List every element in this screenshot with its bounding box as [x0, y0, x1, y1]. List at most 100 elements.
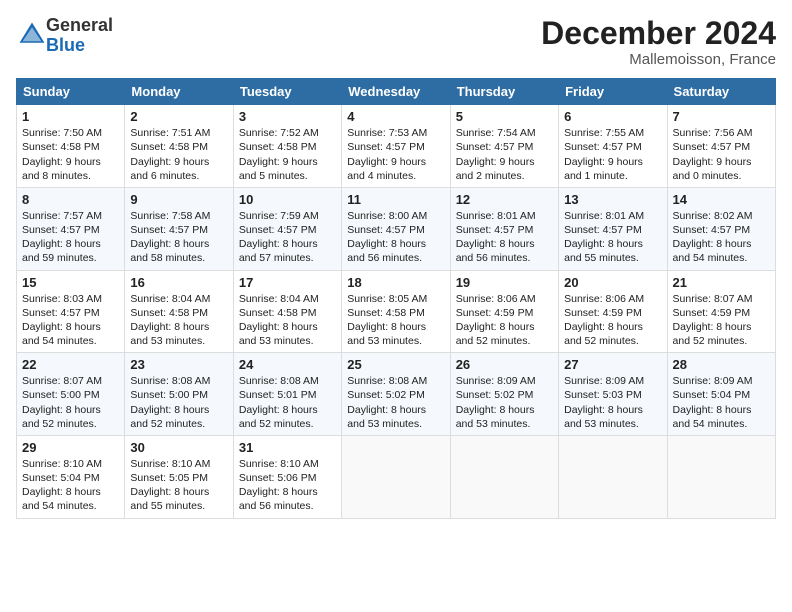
cell-info-line: and 55 minutes. [130, 499, 227, 513]
cell-info-line: Sunset: 5:06 PM [239, 471, 336, 485]
cell-info-line: Sunrise: 7:50 AM [22, 126, 119, 140]
calendar-cell: 10Sunrise: 7:59 AMSunset: 4:57 PMDayligh… [233, 187, 341, 270]
day-number: 26 [456, 357, 553, 372]
cell-info-line: and 54 minutes. [22, 334, 119, 348]
day-number: 28 [673, 357, 770, 372]
cell-info-line: Sunrise: 8:01 AM [456, 209, 553, 223]
cell-info-line: Sunset: 5:02 PM [456, 388, 553, 402]
cell-info-line: and 53 minutes. [130, 334, 227, 348]
day-number: 2 [130, 109, 227, 124]
cell-info-line: Sunrise: 8:04 AM [130, 292, 227, 306]
cell-info-line: Sunset: 4:57 PM [347, 140, 444, 154]
cell-info-line: Daylight: 8 hours [22, 320, 119, 334]
cell-info-line: Daylight: 8 hours [564, 403, 661, 417]
day-number: 7 [673, 109, 770, 124]
day-number: 3 [239, 109, 336, 124]
cell-info-line: Sunrise: 8:00 AM [347, 209, 444, 223]
cell-info-line: Sunrise: 8:08 AM [347, 374, 444, 388]
calendar-cell: 26Sunrise: 8:09 AMSunset: 5:02 PMDayligh… [450, 353, 558, 436]
cell-info-line: Daylight: 9 hours [347, 155, 444, 169]
calendar-cell: 19Sunrise: 8:06 AMSunset: 4:59 PMDayligh… [450, 270, 558, 353]
day-number: 1 [22, 109, 119, 124]
cell-info-line: and 8 minutes. [22, 169, 119, 183]
calendar-cell: 6Sunrise: 7:55 AMSunset: 4:57 PMDaylight… [559, 105, 667, 188]
cell-info-line: Daylight: 8 hours [347, 403, 444, 417]
calendar-cell: 2Sunrise: 7:51 AMSunset: 4:58 PMDaylight… [125, 105, 233, 188]
cell-info-line: Sunrise: 8:09 AM [564, 374, 661, 388]
cell-info-line: Sunset: 4:57 PM [347, 223, 444, 237]
calendar-week-5: 29Sunrise: 8:10 AMSunset: 5:04 PMDayligh… [17, 435, 776, 518]
cell-info-line: and 53 minutes. [564, 417, 661, 431]
cell-info-line: Daylight: 9 hours [22, 155, 119, 169]
cell-info-line: and 54 minutes. [673, 417, 770, 431]
day-number: 6 [564, 109, 661, 124]
cell-info-line: and 2 minutes. [456, 169, 553, 183]
cell-info-line: Daylight: 8 hours [347, 237, 444, 251]
day-number: 11 [347, 192, 444, 207]
calendar-cell: 8Sunrise: 7:57 AMSunset: 4:57 PMDaylight… [17, 187, 125, 270]
cell-info-line: Sunset: 5:05 PM [130, 471, 227, 485]
cell-info-line: and 58 minutes. [130, 251, 227, 265]
cell-info-line: Sunrise: 8:06 AM [564, 292, 661, 306]
cell-info-line: and 5 minutes. [239, 169, 336, 183]
cell-info-line: and 54 minutes. [673, 251, 770, 265]
cell-info-line: Daylight: 8 hours [239, 237, 336, 251]
cell-info-line: Daylight: 8 hours [22, 485, 119, 499]
calendar-cell [559, 435, 667, 518]
cell-info-line: Daylight: 9 hours [239, 155, 336, 169]
day-number: 24 [239, 357, 336, 372]
cell-info-line: and 53 minutes. [347, 334, 444, 348]
title-block: December 2024 Mallemoisson, France [541, 16, 776, 68]
calendar-cell: 23Sunrise: 8:08 AMSunset: 5:00 PMDayligh… [125, 353, 233, 436]
cell-info-line: Sunset: 4:57 PM [673, 223, 770, 237]
cell-info-line: and 55 minutes. [564, 251, 661, 265]
cell-info-line: Daylight: 8 hours [564, 320, 661, 334]
cell-info-line: Sunset: 4:57 PM [239, 223, 336, 237]
cell-info-line: Sunrise: 8:01 AM [564, 209, 661, 223]
day-number: 18 [347, 275, 444, 290]
day-number: 25 [347, 357, 444, 372]
cell-info-line: Sunrise: 8:10 AM [239, 457, 336, 471]
cell-info-line: and 57 minutes. [239, 251, 336, 265]
day-number: 22 [22, 357, 119, 372]
main-container: General Blue December 2024 Mallemoisson,… [0, 0, 792, 529]
calendar-cell [342, 435, 450, 518]
col-header-friday: Friday [559, 79, 667, 105]
logo: General Blue [16, 16, 113, 56]
cell-info-line: Sunrise: 8:09 AM [673, 374, 770, 388]
cell-info-line: Sunrise: 8:08 AM [130, 374, 227, 388]
day-number: 19 [456, 275, 553, 290]
cell-info-line: Sunset: 4:59 PM [673, 306, 770, 320]
cell-info-line: and 59 minutes. [22, 251, 119, 265]
cell-info-line: Sunrise: 7:52 AM [239, 126, 336, 140]
calendar-cell: 24Sunrise: 8:08 AMSunset: 5:01 PMDayligh… [233, 353, 341, 436]
cell-info-line: and 0 minutes. [673, 169, 770, 183]
cell-info-line: Daylight: 9 hours [564, 155, 661, 169]
cell-info-line: Sunset: 4:58 PM [347, 306, 444, 320]
cell-info-line: and 53 minutes. [347, 417, 444, 431]
calendar-cell: 3Sunrise: 7:52 AMSunset: 4:58 PMDaylight… [233, 105, 341, 188]
cell-info-line: Sunrise: 7:54 AM [456, 126, 553, 140]
col-header-sunday: Sunday [17, 79, 125, 105]
cell-info-line: Sunset: 4:58 PM [130, 140, 227, 154]
cell-info-line: Sunset: 4:58 PM [22, 140, 119, 154]
calendar-cell: 22Sunrise: 8:07 AMSunset: 5:00 PMDayligh… [17, 353, 125, 436]
calendar-cell: 1 Sunrise: 7:50 AMSunset: 4:58 PMDaylight… [17, 105, 125, 188]
cell-info-line: Daylight: 9 hours [456, 155, 553, 169]
day-number: 13 [564, 192, 661, 207]
cell-info-line: Sunset: 4:58 PM [239, 306, 336, 320]
calendar-cell: 5Sunrise: 7:54 AMSunset: 4:57 PMDaylight… [450, 105, 558, 188]
calendar-cell: 12Sunrise: 8:01 AMSunset: 4:57 PMDayligh… [450, 187, 558, 270]
calendar-week-1: 1Sunrise: 7:50 AMSunset: 4:58 PMDaylight… [17, 105, 776, 188]
calendar-cell: 31Sunrise: 8:10 AMSunset: 5:06 PMDayligh… [233, 435, 341, 518]
cell-info-line: Daylight: 8 hours [456, 237, 553, 251]
cell-info-line: and 52 minutes. [239, 417, 336, 431]
calendar-cell: 28Sunrise: 8:09 AMSunset: 5:04 PMDayligh… [667, 353, 775, 436]
calendar-week-4: 22Sunrise: 8:07 AMSunset: 5:00 PMDayligh… [17, 353, 776, 436]
logo-general: General [46, 16, 113, 36]
col-header-saturday: Saturday [667, 79, 775, 105]
cell-info-line: Sunrise: 8:07 AM [22, 374, 119, 388]
cell-info-line: Daylight: 8 hours [22, 237, 119, 251]
cell-info-line: Daylight: 8 hours [564, 237, 661, 251]
day-number: 9 [130, 192, 227, 207]
